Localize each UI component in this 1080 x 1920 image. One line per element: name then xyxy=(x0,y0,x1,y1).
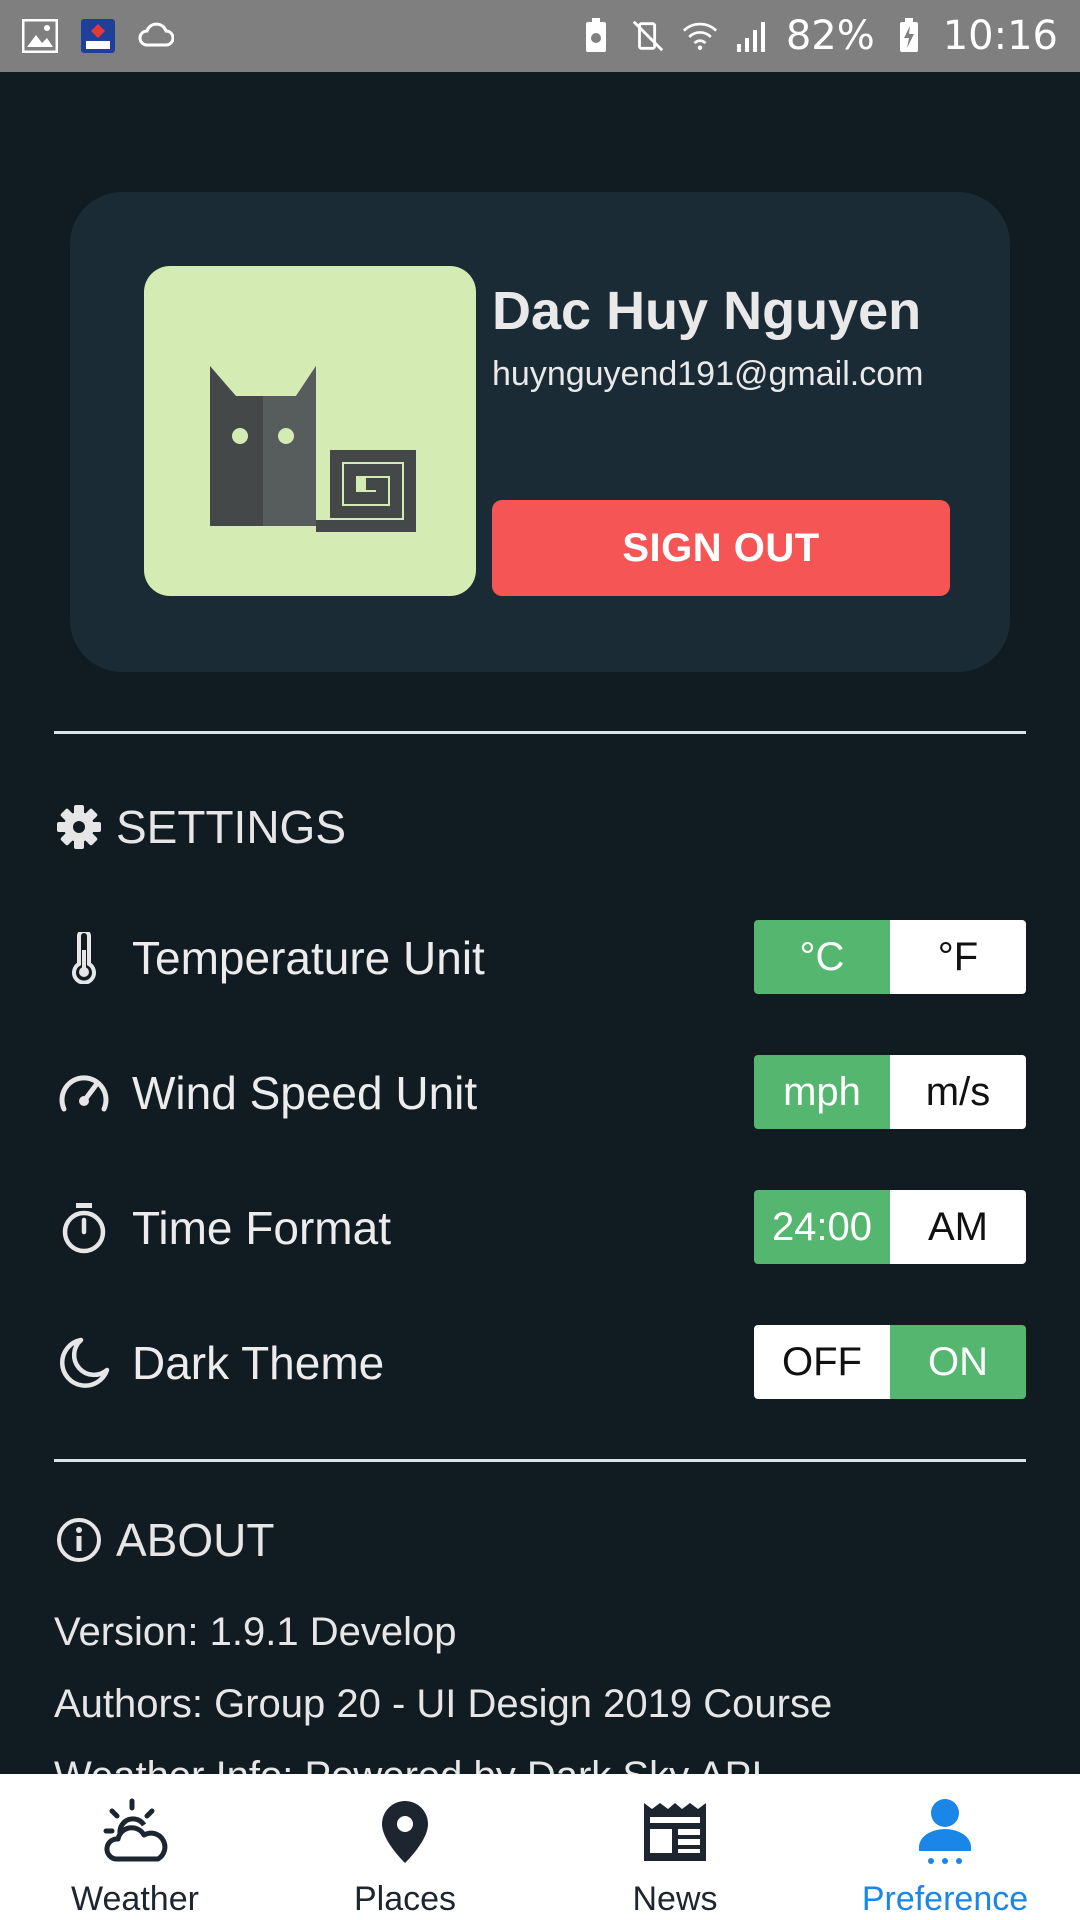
toggle-option-24h[interactable]: 24:00 xyxy=(754,1190,890,1264)
wind-speed-unit-toggle: mph m/s xyxy=(754,1055,1026,1129)
sign-out-button[interactable]: SIGN OUT xyxy=(492,500,950,596)
setting-label: Wind Speed Unit xyxy=(132,1067,478,1119)
nav-item-places[interactable]: Places xyxy=(270,1774,540,1920)
user-name: Dac Huy Nguyen xyxy=(492,281,922,341)
image-icon xyxy=(22,18,58,54)
version-text: Version: 1.9.1 Develop xyxy=(54,1610,457,1654)
battery-charging-icon xyxy=(891,18,927,54)
cloud-sync-icon xyxy=(138,18,174,54)
setting-temperature-unit: Temperature Unit °C °F xyxy=(56,920,1026,996)
setting-label: Temperature Unit xyxy=(132,932,485,984)
battery-percent: 82% xyxy=(785,13,875,59)
nav-label: Weather xyxy=(71,1880,199,1918)
user-email: huynguyend191@gmail.com xyxy=(492,355,924,393)
nav-label: News xyxy=(632,1880,718,1918)
nav-item-preference[interactable]: Preference xyxy=(810,1774,1080,1920)
wifi-icon xyxy=(682,18,718,54)
bottom-nav: Weather Places News Preference xyxy=(0,1774,1080,1920)
toggle-option-off[interactable]: OFF xyxy=(754,1325,890,1399)
vibrate-mute-icon xyxy=(630,18,666,54)
nav-item-news[interactable]: News xyxy=(540,1774,810,1920)
cat-logo-icon xyxy=(210,366,416,532)
clock: 10:16 xyxy=(942,13,1058,59)
temperature-unit-toggle: °C °F xyxy=(754,920,1026,994)
person-icon xyxy=(917,1792,973,1872)
settings-title: SETTINGS xyxy=(116,801,347,853)
profile-card: Dac Huy Nguyen huynguyend191@gmail.com S… xyxy=(70,192,1010,672)
divider xyxy=(54,731,1026,734)
thermometer-icon xyxy=(56,930,112,986)
moon-icon xyxy=(56,1335,112,1391)
about-title: ABOUT xyxy=(116,1514,275,1566)
dark-theme-toggle: OFF ON xyxy=(754,1325,1026,1399)
toggle-option-celsius[interactable]: °C xyxy=(754,920,890,994)
signal-icon xyxy=(734,18,770,54)
gear-icon xyxy=(56,804,102,850)
stopwatch-icon xyxy=(56,1200,112,1256)
nav-item-weather[interactable]: Weather xyxy=(0,1774,270,1920)
time-format-toggle: 24:00 AM xyxy=(754,1190,1026,1264)
toggle-option-mph[interactable]: mph xyxy=(754,1055,890,1129)
battery-saver-icon xyxy=(578,18,614,54)
divider xyxy=(54,1459,1026,1462)
setting-label: Time Format xyxy=(132,1202,391,1254)
avatar xyxy=(144,266,476,596)
weather-icon xyxy=(100,1792,170,1872)
settings-heading: SETTINGS xyxy=(56,800,346,854)
setting-dark-theme: Dark Theme OFF ON xyxy=(56,1325,1026,1401)
bidv-app-icon xyxy=(80,18,116,54)
newspaper-icon xyxy=(642,1792,708,1872)
setting-label: Dark Theme xyxy=(132,1337,385,1389)
info-icon xyxy=(56,1517,102,1563)
toggle-option-ms[interactable]: m/s xyxy=(890,1055,1026,1129)
setting-time-format: Time Format 24:00 AM xyxy=(56,1190,1026,1266)
speedometer-icon xyxy=(56,1065,112,1121)
status-bar: 82% 10:16 xyxy=(0,0,1080,72)
toggle-option-on[interactable]: ON xyxy=(890,1325,1026,1399)
nav-label: Places xyxy=(353,1880,457,1918)
about-heading: ABOUT xyxy=(56,1513,274,1567)
toggle-option-fahrenheit[interactable]: °F xyxy=(890,920,1026,994)
toggle-option-am[interactable]: AM xyxy=(890,1190,1026,1264)
map-pin-icon xyxy=(380,1792,430,1872)
nav-label: Preference xyxy=(861,1880,1029,1918)
authors-text: Authors: Group 20 - UI Design 2019 Cours… xyxy=(54,1682,833,1726)
setting-wind-speed-unit: Wind Speed Unit mph m/s xyxy=(56,1055,1026,1131)
